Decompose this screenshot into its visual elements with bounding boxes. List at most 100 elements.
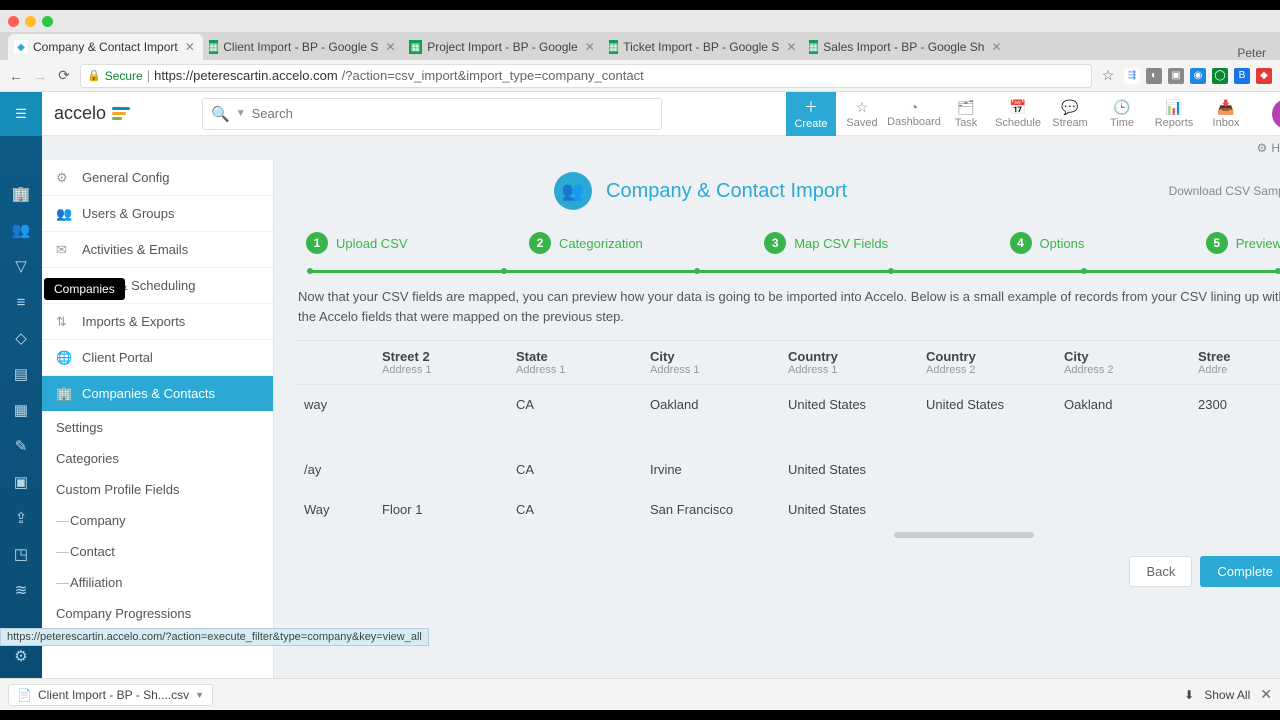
nav-stream[interactable]: 💬Stream [1044,92,1096,136]
horizontal-scrollbar[interactable] [294,532,1280,540]
app-header: accelo 🔍 ▼ ＋Create☆Saved◔Dashboard🗂Task📅… [42,92,1280,136]
close-downloads-bar-icon[interactable]: ✕ [1260,686,1272,703]
download-csv-sample-link[interactable]: Download CSV Sample [1169,184,1280,198]
table-cell: United States [778,490,916,529]
rail-cube-icon[interactable]: ◳ [0,536,42,572]
nav-saved[interactable]: ☆Saved [836,92,888,136]
tab-close-icon[interactable]: ✕ [585,40,595,54]
complete-button[interactable]: Complete [1200,556,1280,587]
back-button[interactable]: Back [1129,556,1192,587]
browser-profile-name[interactable]: Peter [1237,46,1272,60]
wizard-step[interactable]: 2Categorization [529,232,643,254]
rail-upload-icon[interactable]: ⇪ [0,500,42,536]
ext-icon[interactable]: ⇶ [1124,68,1140,84]
ext-icon[interactable]: ◐ [1146,68,1162,84]
help-icon[interactable]: ⚙ [1257,141,1268,155]
column-title: Street 2 [382,349,496,364]
sidenav-subitem[interactable]: Company Progressions [42,598,273,629]
table-cell [372,425,506,449]
wizard-step[interactable]: 4Options [1010,232,1085,254]
column-header [294,341,372,384]
nav-create[interactable]: ＋Create [786,92,836,136]
minimize-window-icon[interactable] [25,16,36,27]
browser-tab[interactable]: ◆Company & Contact Import✕ [8,34,203,60]
help-link[interactable]: Help [1271,141,1280,155]
tab-close-icon[interactable]: ✕ [385,40,395,54]
user-avatar[interactable]: P [1272,99,1280,129]
table-row: /ayCAIrvineUnited States [294,450,1280,490]
chevron-down-icon[interactable]: ▼ [195,690,204,700]
nav-schedule[interactable]: 📅Schedule [992,92,1044,136]
table-cell [916,425,1054,449]
sidenav-item[interactable]: 🌐Client Portal [42,340,273,376]
rail-billing-icon[interactable]: ▦ [0,392,42,428]
wizard-step[interactable]: 1Upload CSV [306,232,408,254]
address-bar[interactable]: 🔒 Secure | https://peterescartin.accelo.… [80,64,1092,88]
rail-tasks-icon[interactable]: ✎ [0,428,42,464]
wizard-step[interactable]: 3Map CSV Fields [764,232,888,254]
browser-tab[interactable]: ▦Client Import - BP - Google S✕ [203,34,403,60]
ext-icon[interactable]: ▣ [1168,68,1184,84]
rail-stream-icon[interactable]: ≋ [0,572,42,608]
rail-companies-icon[interactable]: 🏢 [0,176,42,212]
sidenav-subitem[interactable]: Custom Profile Fields [42,474,273,505]
sidenav-subitem[interactable]: Company [42,505,273,536]
window-controls[interactable] [8,16,53,27]
close-window-icon[interactable] [8,16,19,27]
column-header: StreeAddre [1188,341,1278,384]
nav-label: Time [1110,117,1134,129]
table-cell [916,450,1054,489]
step-number-badge: 2 [529,232,551,254]
ext-icon[interactable]: B [1234,68,1250,84]
show-all-downloads-link[interactable]: Show All [1204,688,1250,702]
sidenav-subitem[interactable]: Categories [42,443,273,474]
ext-icon[interactable]: ◆ [1256,68,1272,84]
sidenav-subitem[interactable]: Contact [42,536,273,567]
rail-sales-icon[interactable]: ▽ [0,248,42,284]
rail-retainers-icon[interactable]: ▤ [0,356,42,392]
rail-projects-icon[interactable]: ≡ [0,284,42,320]
nav-task[interactable]: 🗂Task [940,92,992,136]
sidenav-item[interactable]: ⚙General Config [42,160,273,196]
rail-tickets-icon[interactable]: ◇ [0,320,42,356]
search-input[interactable] [252,106,653,121]
sidenav-item[interactable]: ✉Activities & Emails [42,232,273,268]
ext-icon[interactable]: ◯ [1212,68,1228,84]
nav-time[interactable]: 🕒Time [1096,92,1148,136]
tab-title: Company & Contact Import [33,40,178,54]
column-title: City [1064,349,1178,364]
nav-dashboard[interactable]: ◔Dashboard [888,92,940,136]
tab-close-icon[interactable]: ✕ [786,40,796,54]
tab-close-icon[interactable]: ✕ [991,40,1001,54]
sheets-favicon-icon: ▦ [209,40,218,54]
menu-toggle-icon[interactable]: ☰ [0,92,42,136]
browser-tab[interactable]: ▦Sales Import - BP - Google Sh✕ [803,34,1003,60]
brand-logo[interactable]: accelo [54,103,130,124]
browser-tab[interactable]: ▦Ticket Import - BP - Google S✕ [603,34,803,60]
maximize-window-icon[interactable] [42,16,53,27]
rail-contacts-icon[interactable]: 👥 [0,212,42,248]
sidenav-item[interactable]: 🏢Companies & Contacts [42,376,273,412]
search-box[interactable]: 🔍 ▼ [202,98,662,130]
sidenav-item[interactable]: ⇅Imports & Exports [42,304,273,340]
column-title: Stree [1198,349,1268,364]
sidenav-icon: ⚙ [56,170,72,186]
nav-inbox[interactable]: 📥Inbox [1200,92,1252,136]
column-header: CountryAddress 1 [778,341,916,384]
wizard-step[interactable]: 5Preview [1206,232,1280,254]
browser-tab[interactable]: ▦Project Import - BP - Google✕ [403,34,603,60]
back-icon[interactable]: ← [8,68,24,84]
sidenav-subitem[interactable]: Affiliation [42,567,273,598]
sidenav-subitem[interactable]: Settings [42,412,273,443]
download-file-chip[interactable]: 📄 Client Import - BP - Sh....csv ▼ [8,684,213,706]
nav-reports[interactable]: 📊Reports [1148,92,1200,136]
column-header: StateAddress 1 [506,341,640,384]
ext-icon[interactable]: ◉ [1190,68,1206,84]
chevron-down-icon[interactable]: ▼ [236,108,246,119]
reload-icon[interactable]: ⟳ [56,68,72,84]
sidenav-item[interactable]: 👥Users & Groups [42,196,273,232]
tab-close-icon[interactable]: ✕ [185,40,195,54]
star-icon[interactable]: ☆ [1100,68,1116,84]
rail-assets-icon[interactable]: ▣ [0,464,42,500]
table-cell [1188,490,1278,529]
